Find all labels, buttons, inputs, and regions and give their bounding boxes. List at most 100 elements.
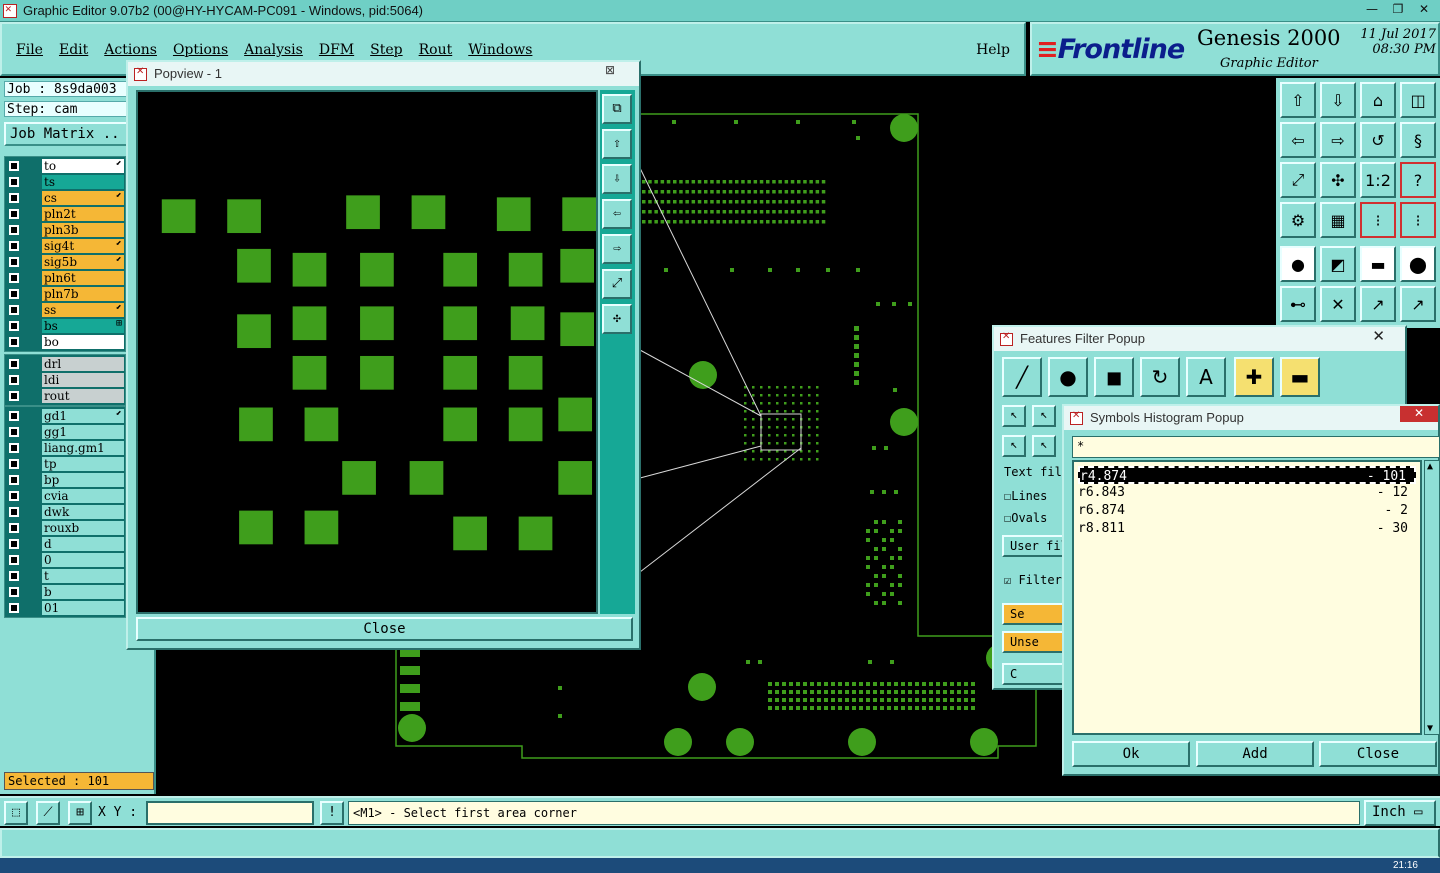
layer-row[interactable]: cs ⬋: [6, 190, 124, 206]
layer-name[interactable]: cs: [42, 191, 124, 205]
layer-name[interactable]: drl: [42, 357, 124, 371]
layer-checkbox[interactable]: [9, 209, 19, 219]
ruler-icon[interactable]: ▬: [1360, 246, 1396, 282]
layer-checkbox[interactable]: [9, 459, 19, 469]
layer-name[interactable]: pln2t: [42, 207, 124, 221]
scale-1-2-icon[interactable]: 1:2: [1360, 162, 1396, 198]
symbol-row[interactable]: r4.874 - 101: [1078, 466, 1416, 484]
layer-checkbox[interactable]: [9, 289, 19, 299]
layer-name[interactable]: bp: [42, 473, 124, 487]
layer-checkbox[interactable]: [9, 443, 19, 453]
popview-zoom-center-icon[interactable]: ✣: [602, 304, 632, 334]
measure-icon[interactable]: ◩: [1320, 246, 1356, 282]
layer-checkbox[interactable]: [9, 539, 19, 549]
histogram-add-button[interactable]: Add: [1196, 741, 1314, 767]
layer-checkbox[interactable]: [9, 411, 19, 421]
layer-row[interactable]: b: [6, 584, 124, 600]
measure-tool-icon[interactable]: ⟋: [36, 801, 60, 825]
surface-feature-icon[interactable]: ◼: [1094, 357, 1134, 397]
layer-name[interactable]: sig5b: [42, 255, 124, 269]
layer-checkbox[interactable]: [9, 587, 19, 597]
layer-checkbox[interactable]: [9, 321, 19, 331]
layer-row[interactable]: pln7b: [6, 286, 124, 302]
menu-step[interactable]: Step: [370, 42, 402, 58]
grid-icon[interactable]: ▦: [1320, 202, 1356, 238]
layer-name[interactable]: pln3b: [42, 223, 124, 237]
layer-checkbox[interactable]: [9, 571, 19, 581]
layer-row[interactable]: 0: [6, 552, 124, 568]
layer-checkbox[interactable]: [9, 305, 19, 315]
layer-name[interactable]: 01: [42, 601, 124, 615]
layer-row[interactable]: cvia: [6, 488, 124, 504]
layer-checkbox[interactable]: [9, 359, 19, 369]
layer-row[interactable]: sig5b ⬋: [6, 254, 124, 270]
symbol-row[interactable]: r8.811 - 30: [1078, 520, 1416, 538]
menu-help[interactable]: Help: [976, 42, 1010, 58]
menu-windows[interactable]: Windows: [468, 42, 532, 58]
arc-feature-icon[interactable]: ↻: [1140, 357, 1180, 397]
layer-name[interactable]: bs: [42, 319, 124, 333]
layer-name[interactable]: gd1: [42, 409, 124, 423]
layer-checkbox[interactable]: [9, 257, 19, 267]
layer-name[interactable]: liang.gm1: [42, 441, 124, 455]
layer-name[interactable]: to: [42, 159, 124, 173]
layer-row[interactable]: rouxb: [6, 520, 124, 536]
split-view-icon[interactable]: ◫: [1400, 82, 1436, 118]
popview-fit-icon[interactable]: ⧉: [602, 94, 632, 124]
layer-checkbox[interactable]: [9, 193, 19, 203]
line-feature-icon[interactable]: ╱: [1002, 357, 1042, 397]
layer-checkbox[interactable]: [9, 391, 19, 401]
layer-checkbox[interactable]: [9, 555, 19, 565]
symbol-row[interactable]: r6.874 - 2: [1078, 502, 1416, 520]
layer-name[interactable]: ss: [42, 303, 124, 317]
layer-row[interactable]: gg1: [6, 424, 124, 440]
layer-checkbox[interactable]: [9, 475, 19, 485]
layer-checkbox[interactable]: [9, 177, 19, 187]
units-selector[interactable]: Inch ▭: [1364, 800, 1436, 826]
filter-checkbox[interactable]: ☑ Filter: [1004, 573, 1062, 587]
popview-down-icon[interactable]: ⇩: [602, 164, 632, 194]
layer-checkbox[interactable]: [9, 225, 19, 235]
menu-edit[interactable]: Edit: [59, 42, 88, 58]
layer-checkbox[interactable]: [9, 375, 19, 385]
popview-canvas[interactable]: [136, 90, 598, 614]
lines-checkbox[interactable]: ☐Lines: [1004, 489, 1047, 503]
snap-red2-icon[interactable]: ⁝: [1400, 202, 1436, 238]
layer-checkbox[interactable]: [9, 523, 19, 533]
layer-checkbox[interactable]: [9, 427, 19, 437]
layer-checkbox[interactable]: [9, 491, 19, 501]
symbol-list-scrollbar[interactable]: [1424, 460, 1440, 735]
filter-arrow4-icon[interactable]: ↖: [1032, 435, 1056, 457]
layer-row[interactable]: tp: [6, 456, 124, 472]
zoom-fit-icon[interactable]: ⤢: [1280, 162, 1316, 198]
layer-name[interactable]: pln6t: [42, 271, 124, 285]
layer-checkbox[interactable]: [9, 161, 19, 171]
symbol-filter-input[interactable]: *: [1072, 436, 1440, 458]
redraw-icon[interactable]: §: [1400, 122, 1436, 158]
maximize-button[interactable]: ❐: [1386, 1, 1410, 18]
layer-name[interactable]: b: [42, 585, 124, 599]
popview-up-icon[interactable]: ⇧: [602, 129, 632, 159]
help-icon[interactable]: ?: [1400, 162, 1436, 198]
layer-name[interactable]: rouxb: [42, 521, 124, 535]
popview-close-button[interactable]: Close: [136, 617, 633, 641]
layer-row[interactable]: ldi: [6, 372, 124, 388]
layer-row[interactable]: pln6t: [6, 270, 124, 286]
menu-analysis[interactable]: Analysis: [244, 42, 303, 58]
layer-name[interactable]: tp: [42, 457, 124, 471]
layer-row[interactable]: liang.gm1: [6, 440, 124, 456]
snap-grid-icon[interactable]: ⊞: [68, 801, 92, 825]
minimize-button[interactable]: —: [1360, 1, 1384, 18]
pan-right-icon[interactable]: ⇨: [1320, 122, 1356, 158]
layer-name[interactable]: ldi: [42, 373, 124, 387]
filter-arrow2-icon[interactable]: ↖: [1032, 405, 1056, 427]
layer-name[interactable]: pln7b: [42, 287, 124, 301]
zoom-center-icon[interactable]: ✣: [1320, 162, 1356, 198]
menu-options[interactable]: Options: [173, 42, 228, 58]
pan-down-icon[interactable]: ⇩: [1320, 82, 1356, 118]
layer-row[interactable]: pln3b: [6, 222, 124, 238]
filter-arrow-icon[interactable]: ↖: [1002, 405, 1026, 427]
pan-left-icon[interactable]: ⇦: [1280, 122, 1316, 158]
layer-checkbox[interactable]: [9, 273, 19, 283]
layer-row[interactable]: 01: [6, 600, 124, 616]
